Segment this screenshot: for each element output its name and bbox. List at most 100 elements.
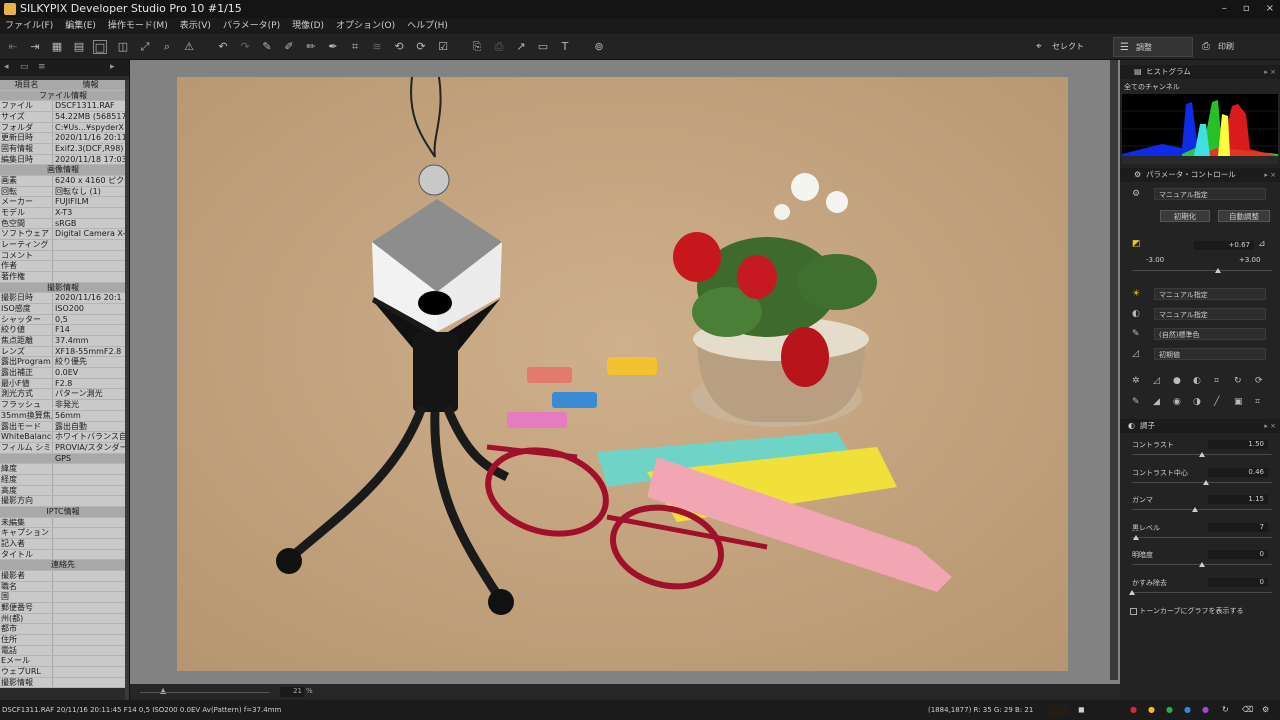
zoom-slider-track[interactable] bbox=[140, 692, 270, 693]
info-scrollbar[interactable] bbox=[125, 80, 129, 700]
tone-slider-track[interactable] bbox=[1132, 536, 1272, 538]
tone-slider-thumb[interactable] bbox=[1192, 507, 1198, 512]
search-icon[interactable]: ⊚ bbox=[592, 40, 606, 54]
back-icon[interactable]: ⇤ bbox=[6, 40, 20, 54]
menu-edit[interactable]: 編集(E) bbox=[65, 18, 96, 34]
viewer-vertical-scrollbar[interactable] bbox=[1110, 60, 1118, 680]
exposure-value[interactable]: +0.67 bbox=[1194, 241, 1254, 250]
comment-icon[interactable]: ▭ bbox=[20, 62, 29, 72]
histogram-channel[interactable]: 全てのチャンネル bbox=[1124, 82, 1180, 92]
panel-menu-icon[interactable]: ▸ × bbox=[1264, 419, 1276, 433]
sharpness-dropdown[interactable]: 初期値 bbox=[1154, 348, 1266, 360]
sharpness-icon[interactable]: ◿ bbox=[1132, 349, 1139, 359]
white-balance-dropdown[interactable]: マニュアル指定 bbox=[1154, 288, 1266, 300]
filmstrip-view-icon[interactable]: ▤ bbox=[72, 40, 86, 54]
pen-icon[interactable]: ✒ bbox=[326, 40, 340, 54]
tool-icon[interactable]: ● bbox=[1173, 376, 1181, 386]
close-button[interactable]: × bbox=[1266, 0, 1274, 18]
check-icon[interactable]: ☑ bbox=[436, 40, 450, 54]
tool-icon[interactable]: ◑ bbox=[1193, 397, 1201, 407]
checkbox-box[interactable] bbox=[1130, 607, 1137, 615]
color-icon[interactable]: ✎ bbox=[1132, 329, 1140, 339]
label-blue-icon[interactable]: ● bbox=[1184, 700, 1191, 720]
tool-icon[interactable]: ✎ bbox=[1132, 397, 1140, 407]
text-icon[interactable]: T bbox=[558, 40, 572, 54]
settings-icon[interactable]: ⚙ bbox=[1262, 700, 1269, 720]
auto-adjust-button[interactable]: 自動調整 bbox=[1218, 210, 1270, 222]
tone-section-header[interactable]: ◐ 調子 ▸ × bbox=[1120, 419, 1280, 433]
share-icon[interactable]: ↗ bbox=[514, 40, 528, 54]
tool-icon[interactable]: ╱ bbox=[1214, 397, 1219, 407]
panel-menu-icon[interactable]: ▸ × bbox=[1264, 65, 1276, 79]
tone-icon[interactable]: ◐ bbox=[1132, 309, 1140, 319]
tone-slider-value[interactable]: 1.15 bbox=[1208, 495, 1268, 504]
zoom-slider-thumb[interactable]: ▲ bbox=[160, 686, 166, 695]
fit-icon[interactable]: ⤢ bbox=[138, 40, 152, 54]
panel-menu-icon[interactable]: ▸ × bbox=[1264, 168, 1276, 182]
menu-view[interactable]: 表示(V) bbox=[180, 18, 211, 34]
label-red-icon[interactable]: ● bbox=[1130, 700, 1137, 720]
grid-view-icon[interactable]: ▦ bbox=[50, 40, 64, 54]
label-yellow-icon[interactable]: ● bbox=[1148, 700, 1155, 720]
menu-file[interactable]: ファイル(F) bbox=[5, 18, 53, 34]
tone-slider-value[interactable]: 0 bbox=[1208, 550, 1268, 559]
tone-curve-checkbox[interactable]: トーンカーブにグラフを表示する bbox=[1130, 606, 1243, 616]
tool-icon[interactable]: ✲ bbox=[1132, 376, 1140, 386]
warning-icon[interactable]: ⚠ bbox=[182, 40, 196, 54]
maximize-button[interactable]: ▫ bbox=[1243, 0, 1250, 18]
zoom-icon[interactable]: ⌕ bbox=[160, 40, 174, 54]
info-icon[interactable]: ≡ bbox=[38, 62, 46, 72]
compare-view-icon[interactable]: ◫ bbox=[116, 40, 130, 54]
display-icon[interactable]: ▭ bbox=[536, 40, 550, 54]
tone-slider-value[interactable]: 0 bbox=[1208, 577, 1268, 587]
color-dropdown[interactable]: (自然)標準色 bbox=[1154, 328, 1266, 340]
auto-exposure-icon[interactable]: ⊿ bbox=[1258, 239, 1266, 249]
delete-icon[interactable]: ⌫ bbox=[1242, 700, 1253, 720]
tone-slider-value[interactable]: 7 bbox=[1208, 522, 1268, 532]
tab-select[interactable]: ⌖ セレクト bbox=[1030, 37, 1106, 57]
tool-icon[interactable]: ⌗ bbox=[1255, 397, 1260, 407]
tab-adjust[interactable]: ☰ 調整 bbox=[1113, 37, 1193, 57]
tool-icon[interactable]: ◿ bbox=[1153, 376, 1160, 386]
zoom-value[interactable]: 21 bbox=[280, 687, 304, 697]
preset-dropdown[interactable]: マニュアル指定 bbox=[1154, 188, 1266, 200]
tone-slider-value[interactable]: 1.50 bbox=[1208, 440, 1268, 449]
rotate-left-icon[interactable]: ⟲ bbox=[392, 40, 406, 54]
tool-icon[interactable]: ⟳ bbox=[1255, 376, 1263, 386]
export-icon[interactable]: ⇥ bbox=[28, 40, 42, 54]
tool-icon[interactable]: ◢ bbox=[1153, 397, 1160, 407]
menu-develop[interactable]: 現像(D) bbox=[292, 18, 324, 34]
reset-button[interactable]: 初期化 bbox=[1160, 210, 1210, 222]
menu-options[interactable]: オプション(O) bbox=[336, 18, 395, 34]
label-green-icon[interactable]: ● bbox=[1166, 700, 1173, 720]
tool-icon[interactable]: ⌗ bbox=[1214, 376, 1219, 386]
batch-icon[interactable]: ⎙ bbox=[492, 40, 506, 54]
image-viewer[interactable]: ▲ 21 % bbox=[130, 60, 1120, 700]
tone-slider-value[interactable]: 0.46 bbox=[1208, 467, 1268, 477]
menu-parameter[interactable]: パラメータ(P) bbox=[223, 18, 280, 34]
arrow-icon[interactable]: ◂ bbox=[4, 62, 9, 72]
tone-dropdown[interactable]: マニュアル指定 bbox=[1154, 308, 1266, 320]
tone-slider-track[interactable] bbox=[1132, 509, 1272, 510]
tone-slider-thumb[interactable] bbox=[1203, 479, 1210, 485]
label-purple-icon[interactable]: ● bbox=[1202, 700, 1209, 720]
tab-print[interactable]: ⎙ 印刷 bbox=[1196, 37, 1272, 57]
param-control-header[interactable]: ⚙ パラメータ・コントロール ▸ × bbox=[1120, 168, 1280, 182]
tone-slider-thumb[interactable] bbox=[1199, 452, 1205, 457]
info-icon[interactable]: ◼ bbox=[1078, 700, 1085, 720]
tool-icon[interactable]: ◉ bbox=[1173, 397, 1181, 407]
minimize-button[interactable]: – bbox=[1222, 0, 1227, 18]
tool-icon[interactable]: ▣ bbox=[1234, 397, 1243, 407]
brush-icon[interactable]: ✏ bbox=[304, 40, 318, 54]
tool-icon[interactable]: ◐ bbox=[1193, 376, 1201, 386]
exposure-slider-track[interactable] bbox=[1132, 270, 1272, 271]
exposure-icon[interactable]: ◩ bbox=[1132, 239, 1141, 249]
crop-icon[interactable]: ⌗ bbox=[348, 40, 362, 54]
photo-preview[interactable] bbox=[177, 77, 1068, 671]
tool-icon[interactable]: ↻ bbox=[1234, 376, 1242, 386]
paste-params-icon[interactable]: ✐ bbox=[282, 40, 296, 54]
histogram-header[interactable]: ▤ ヒストグラム ▸ × bbox=[1120, 65, 1280, 79]
gear-icon[interactable]: ⚙ bbox=[1132, 189, 1140, 199]
redo-icon[interactable]: ↷ bbox=[238, 40, 252, 54]
panel-menu-icon[interactable]: ▸ bbox=[110, 62, 115, 72]
